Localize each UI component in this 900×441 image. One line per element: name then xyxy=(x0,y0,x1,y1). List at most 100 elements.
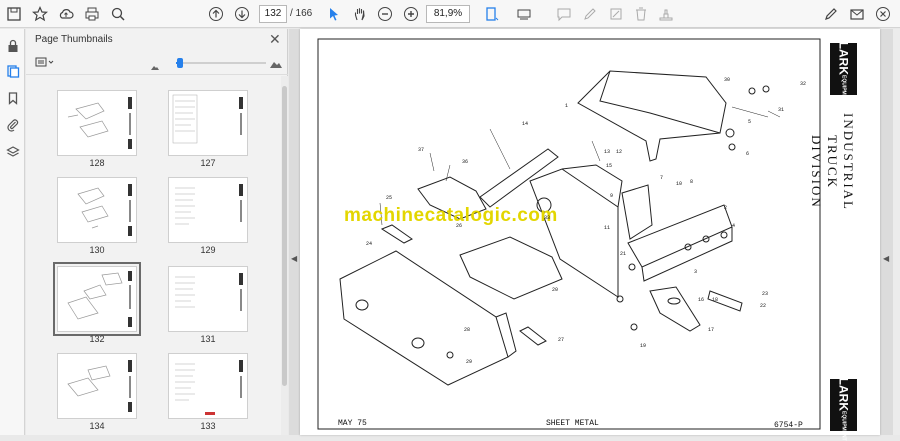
keyboard-scroll-icon[interactable] xyxy=(513,3,535,25)
hand-tool-icon[interactable] xyxy=(349,3,371,25)
callout-number: 3 xyxy=(694,269,698,275)
document-scrollbar[interactable] xyxy=(893,29,900,435)
page-fit-icon[interactable] xyxy=(481,3,503,25)
callout-number: 13 xyxy=(604,149,611,155)
callout-number: 37 xyxy=(418,147,425,153)
thumbnail-label: 131 xyxy=(200,334,216,344)
callout-number: 17 xyxy=(708,327,715,333)
logo-text: CLARK xyxy=(836,33,851,76)
stamp-icon[interactable] xyxy=(655,3,677,25)
attachments-icon[interactable] xyxy=(4,116,21,133)
callout-number: 5 xyxy=(748,119,752,125)
callout-number: 1 xyxy=(565,103,569,109)
division-title-word: DIVISION xyxy=(809,135,824,209)
division-title-word: INDUSTRIAL xyxy=(841,113,856,211)
print-icon[interactable] xyxy=(81,3,103,25)
callout-number: 14 xyxy=(522,121,529,127)
close-document-icon[interactable] xyxy=(872,3,894,25)
previous-page-icon[interactable] xyxy=(205,3,227,25)
callout-number: 12 xyxy=(616,149,623,155)
layers-icon[interactable] xyxy=(4,143,21,160)
page-thumbnails-icon[interactable] xyxy=(4,62,21,79)
division-title-word: TRUCK xyxy=(825,135,840,190)
main-toolbar: 132 / 166 81,9% xyxy=(0,0,900,28)
close-panel-icon[interactable]: ✕ xyxy=(269,31,281,48)
division-title: INDUSTRIAL TRUCK DIVISION xyxy=(809,113,856,211)
callout-number: 27 xyxy=(558,337,565,343)
pen-icon[interactable] xyxy=(579,3,601,25)
callout-number: 28 xyxy=(464,327,471,333)
collapse-right-arrow-icon[interactable]: ◀ xyxy=(883,254,889,263)
callout-number: 20 xyxy=(552,287,559,293)
document-viewport: ◀ machinecatalogic.com INDUSTRIAL TRUCK … xyxy=(289,29,900,441)
next-page-icon[interactable] xyxy=(231,3,253,25)
callout-number: 26 xyxy=(456,223,463,229)
highlight-icon[interactable] xyxy=(605,3,627,25)
callout-number: 18 xyxy=(712,297,719,303)
logo-subtext: EQUIPMENT xyxy=(840,75,847,105)
callout-number: 11 xyxy=(604,225,611,231)
zoom-in-icon[interactable] xyxy=(400,3,422,25)
thumbnail-page[interactable] xyxy=(168,266,248,332)
slider-knob[interactable] xyxy=(176,58,183,68)
sign-pen-icon[interactable] xyxy=(820,3,842,25)
thumbnail-page[interactable] xyxy=(168,90,248,156)
zoom-search-icon[interactable] xyxy=(107,3,129,25)
thumbnail-list: 128 127 130 129 132 131 134 133 xyxy=(26,76,281,435)
thumbnail-label: 134 xyxy=(89,421,105,431)
bookmarks-icon[interactable] xyxy=(4,89,21,106)
footer-code: 6754-P xyxy=(774,421,803,430)
save-icon[interactable] xyxy=(3,3,25,25)
bookmark-star-icon[interactable] xyxy=(29,3,51,25)
thumbnail-label: 133 xyxy=(200,421,216,431)
document-page: machinecatalogic.com INDUSTRIAL TRUCK DI… xyxy=(300,29,880,441)
comment-icon[interactable] xyxy=(553,3,575,25)
exploded-parts-drawing xyxy=(317,38,821,430)
callout-number: 21 xyxy=(620,251,627,257)
panel-toolbar xyxy=(26,51,288,75)
zoom-out-icon[interactable] xyxy=(374,3,396,25)
upload-cloud-icon[interactable] xyxy=(55,3,77,25)
callout-number: 16 xyxy=(698,297,705,303)
watermark-text: machinecatalogic.com xyxy=(344,205,558,226)
thumbnail-size-slider[interactable] xyxy=(176,58,266,68)
callout-number: 15 xyxy=(606,163,613,169)
callout-number: 9 xyxy=(610,193,614,199)
thumbnail-page[interactable] xyxy=(57,177,137,243)
callout-number: 25 xyxy=(386,195,393,201)
select-cursor-icon[interactable] xyxy=(323,3,345,25)
zoom-level-select[interactable]: 81,9% xyxy=(426,5,470,23)
callout-number: 36 xyxy=(462,159,469,165)
page-thumbnails-panel: Page Thumbnails ✕ 128 127 130 129 132 13… xyxy=(26,29,288,435)
thumbnail-page[interactable] xyxy=(57,353,137,419)
large-thumbnail-icon[interactable] xyxy=(269,56,283,74)
callout-number: 23 xyxy=(762,291,769,297)
thumbnail-scrollbar[interactable] xyxy=(281,76,288,435)
callout-number: 29 xyxy=(466,359,473,365)
mail-icon[interactable] xyxy=(846,3,868,25)
logo-text: CLARK xyxy=(836,369,851,412)
thumbnail-page[interactable] xyxy=(57,90,137,156)
logo-subtext: EQUIPMENT xyxy=(840,411,847,441)
navigation-rail xyxy=(0,29,25,435)
thumbnail-page[interactable] xyxy=(168,353,248,419)
thumbnail-page-selected[interactable] xyxy=(53,262,141,336)
page-number-input[interactable]: 132 xyxy=(259,5,287,23)
small-thumbnail-icon[interactable] xyxy=(150,58,160,76)
footer-title: SHEET METAL xyxy=(546,419,599,428)
thumbnail-label: 128 xyxy=(89,158,105,168)
callout-number: 24 xyxy=(366,241,373,247)
thumbnail-label: 127 xyxy=(200,158,216,168)
delete-icon[interactable] xyxy=(630,3,652,25)
thumbnail-options-icon[interactable] xyxy=(35,56,57,69)
clark-logo-top: CLARK EQUIPMENT xyxy=(830,33,857,105)
thumbnail-scrollbar-thumb[interactable] xyxy=(282,86,287,386)
callout-number: 10 xyxy=(676,181,683,187)
callout-number: 4 xyxy=(732,223,736,229)
panel-title: Page Thumbnails xyxy=(35,34,113,45)
thumbnail-label: 132 xyxy=(89,334,105,344)
callout-number: 32 xyxy=(800,81,807,87)
lock-icon[interactable] xyxy=(4,37,21,54)
collapse-left-arrow-icon[interactable]: ◀ xyxy=(291,254,297,263)
thumbnail-page[interactable] xyxy=(168,177,248,243)
